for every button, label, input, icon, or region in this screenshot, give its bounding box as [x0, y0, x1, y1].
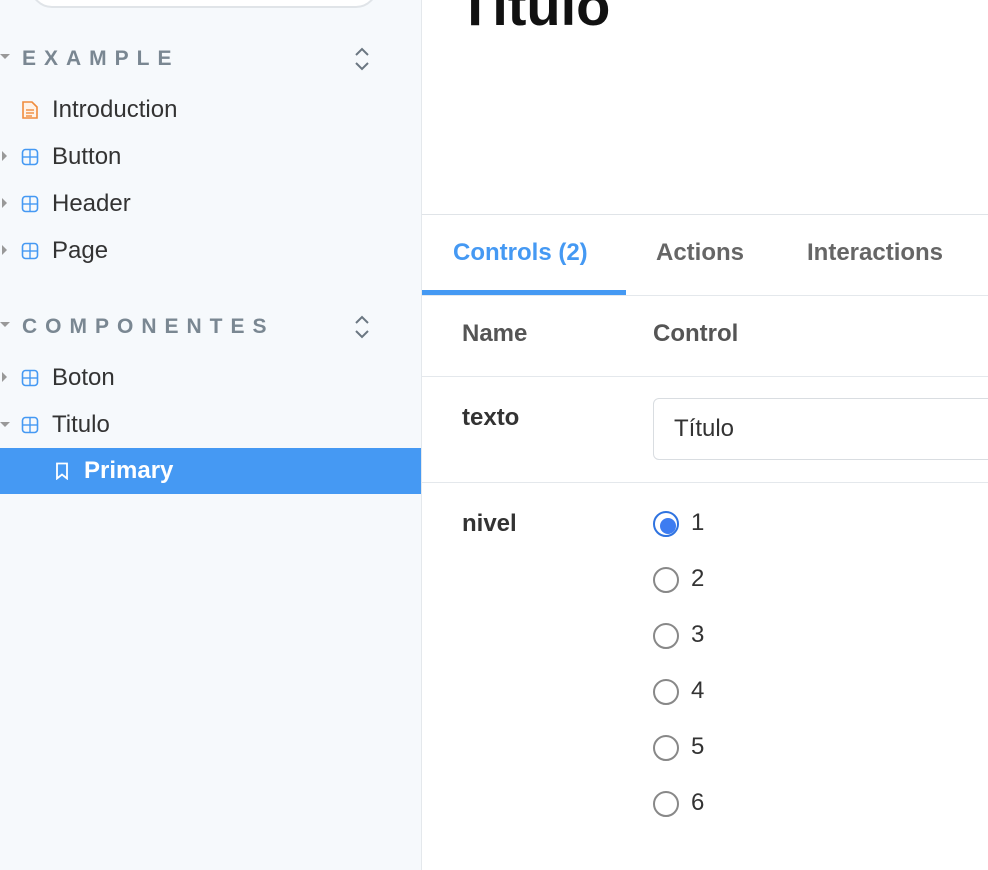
- sidebar-item-label: Header: [52, 190, 131, 217]
- caret-down-icon: [0, 322, 10, 327]
- addons-tabs: Controls (2) Actions Interactions: [422, 215, 988, 296]
- component-icon: [21, 242, 39, 260]
- document-icon: [22, 101, 38, 119]
- nivel-radio-4[interactable]: 4: [653, 677, 704, 705]
- radio-label: 3: [691, 621, 705, 648]
- caret-right-icon: [2, 198, 7, 208]
- sidebar-item-label: Introduction: [52, 96, 178, 123]
- component-icon: [21, 195, 39, 213]
- story-title: Título: [458, 0, 611, 37]
- sidebar-item-introduction[interactable]: Introduction: [0, 87, 421, 133]
- active-tab-indicator: [422, 290, 626, 295]
- expand-collapse-icon[interactable]: [350, 313, 374, 341]
- sidebar-group-title: COMPONENTES: [22, 315, 275, 338]
- sidebar-group-componentes[interactable]: COMPONENTES: [0, 313, 421, 343]
- sidebar-item-label: Button: [52, 143, 122, 170]
- bookmark-icon: [56, 462, 68, 480]
- sidebar-group-example[interactable]: EXAMPLE: [0, 45, 421, 75]
- tab-interactions[interactable]: Interactions: [807, 239, 943, 267]
- sidebar-item-button[interactable]: Button: [0, 134, 421, 180]
- sidebar-item-page[interactable]: Page: [0, 228, 421, 274]
- radio-unchecked-icon: [653, 735, 679, 761]
- nivel-radio-5[interactable]: 5: [653, 733, 704, 761]
- sidebar-item-label: Titulo: [52, 411, 110, 438]
- sidebar-group-title: EXAMPLE: [22, 47, 180, 70]
- table-divider: [422, 376, 988, 377]
- sidebar-item-titulo[interactable]: Titulo: [0, 402, 421, 448]
- table-divider: [422, 482, 988, 483]
- sidebar-item-label: Boton: [52, 364, 115, 391]
- nivel-radio-1[interactable]: 1: [653, 509, 704, 537]
- sidebar-item-label: Page: [52, 237, 109, 264]
- nivel-radio-6[interactable]: 6: [653, 789, 704, 817]
- caret-down-icon: [0, 54, 10, 59]
- radio-checked-icon: [653, 511, 679, 537]
- radio-unchecked-icon: [653, 791, 679, 817]
- column-header-control: Control: [653, 320, 739, 347]
- radio-unchecked-icon: [653, 679, 679, 705]
- caret-right-icon: [2, 245, 7, 255]
- tab-controls[interactable]: Controls (2): [453, 239, 588, 267]
- expand-collapse-icon[interactable]: [350, 45, 374, 73]
- main-panel: Título Controls (2) Actions Interactions…: [422, 0, 988, 870]
- radio-label: 6: [691, 789, 705, 816]
- sidebar-item-boton[interactable]: Boton: [0, 355, 421, 401]
- arg-name-nivel: nivel: [462, 510, 517, 537]
- component-icon: [21, 369, 39, 387]
- radio-unchecked-icon: [653, 567, 679, 593]
- nivel-radio-3[interactable]: 3: [653, 621, 704, 649]
- arg-name-texto: texto: [462, 404, 520, 431]
- search-input[interactable]: [30, 0, 378, 8]
- radio-label: 4: [691, 677, 705, 704]
- caret-right-icon: [2, 151, 7, 161]
- radio-label: 2: [691, 565, 705, 592]
- tab-actions[interactable]: Actions: [656, 239, 744, 267]
- radio-unchecked-icon: [653, 623, 679, 649]
- radio-label: 5: [691, 733, 705, 760]
- sidebar-item-header[interactable]: Header: [0, 181, 421, 227]
- caret-down-icon: [0, 422, 10, 427]
- sidebar: EXAMPLE Introduction Button Header Page …: [0, 0, 422, 870]
- column-header-name: Name: [462, 320, 528, 347]
- texto-input[interactable]: Título: [653, 398, 988, 460]
- caret-right-icon: [2, 372, 7, 382]
- radio-label: 1: [691, 509, 705, 536]
- component-icon: [21, 148, 39, 166]
- sidebar-item-primary[interactable]: Primary: [0, 448, 421, 494]
- component-icon: [21, 416, 39, 434]
- sidebar-item-label: Primary: [84, 457, 174, 484]
- nivel-radio-2[interactable]: 2: [653, 565, 704, 593]
